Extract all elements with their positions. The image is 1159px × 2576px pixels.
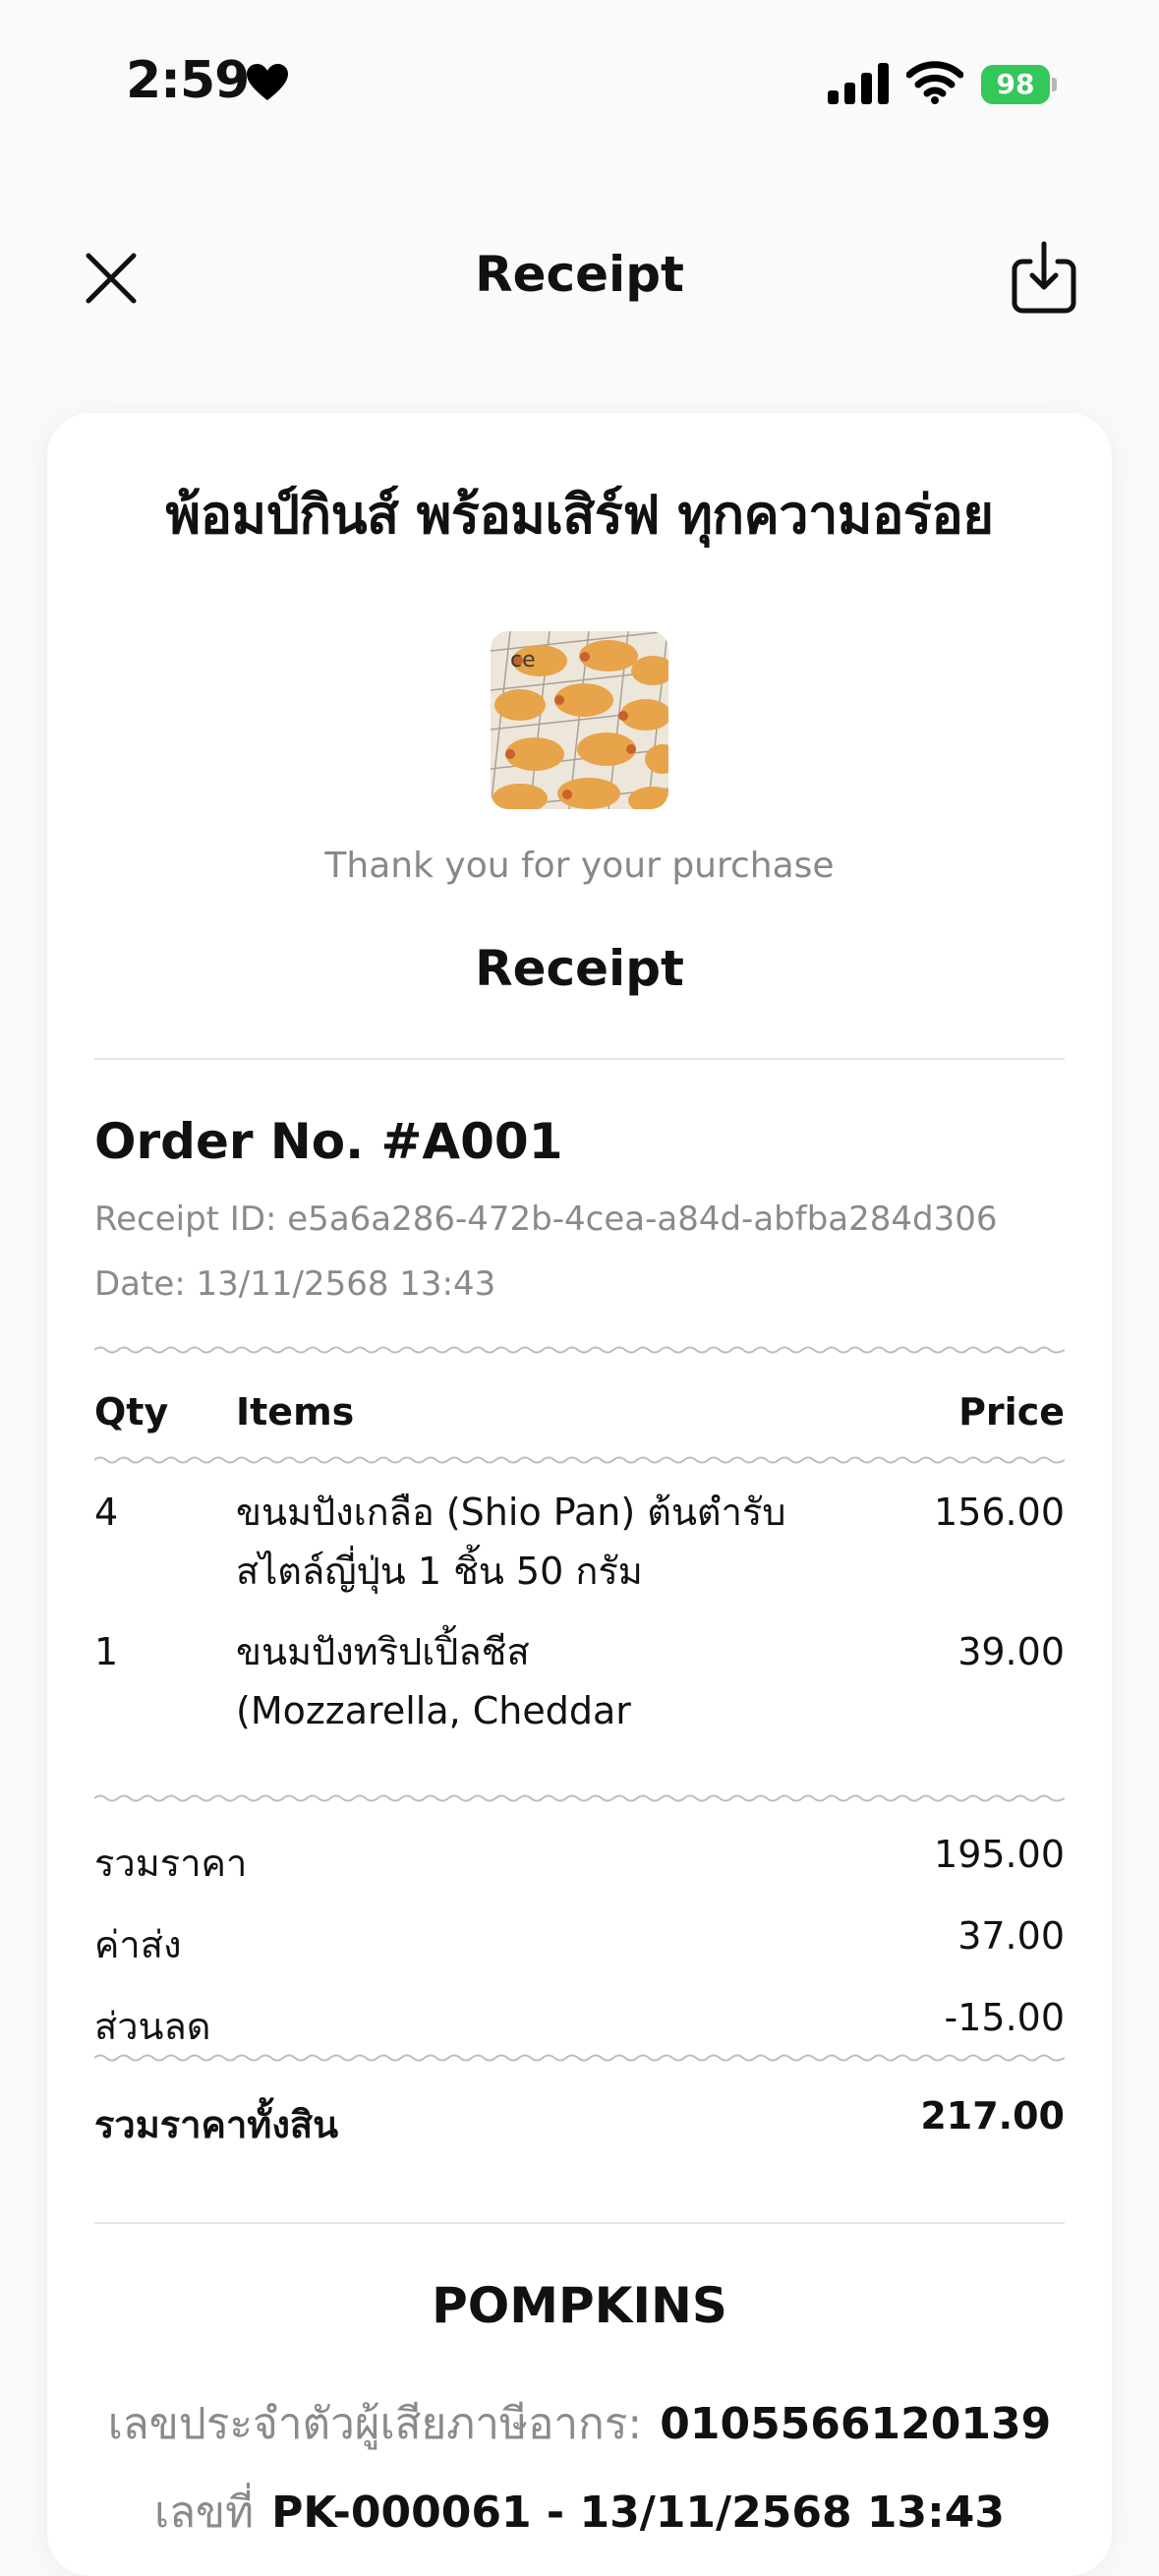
row-item-line: สไตล์ญี่ปุ่น 1 ชิ้น 50 กรัม xyxy=(236,1550,643,1593)
document-number-row: เลขที่ PK-000061 - 13/11/2568 13:43 xyxy=(47,2478,1112,2547)
signal-icon xyxy=(828,63,889,104)
header-price: Price xyxy=(958,1390,1065,1434)
shop-product-image: ce xyxy=(491,631,668,809)
image-watermark: ce xyxy=(510,648,536,673)
shipping-value: 37.00 xyxy=(957,1914,1065,1958)
thank-you-message: Thank you for your purchase xyxy=(324,846,835,886)
row-qty: 4 xyxy=(94,1491,119,1534)
battery-cap xyxy=(1052,78,1057,91)
subtotal-label: รวมราคา xyxy=(94,1842,248,1885)
row-price: 156.00 xyxy=(934,1491,1065,1534)
status-bar: 2:59 98 xyxy=(0,0,1159,147)
dashed-divider xyxy=(94,1346,1065,1354)
wifi-icon xyxy=(906,61,963,104)
dashed-divider xyxy=(94,1456,1065,1464)
order-number: Order No. #A001 xyxy=(94,1113,563,1170)
dashed-divider xyxy=(94,2054,1065,2062)
receipt-date: Date: 13/11/2568 13:43 xyxy=(94,1264,496,1304)
total-label: รวมราคาทั้งสิน xyxy=(94,2103,339,2146)
header-items: Items xyxy=(236,1390,355,1434)
total-value: 217.00 xyxy=(920,2094,1065,2137)
row-qty: 1 xyxy=(94,1630,119,1673)
row-item-line: (Mozzarella, Cheddar xyxy=(236,1689,631,1732)
page-title: Receipt xyxy=(475,246,684,303)
battery-level: 98 xyxy=(981,65,1050,104)
tax-id-label: เลขประจำตัวผู้เสียภาษีอากร: xyxy=(107,2399,643,2449)
heart-icon xyxy=(247,64,288,100)
battery-indicator: 98 xyxy=(981,65,1057,104)
tax-id-value: 0105566120139 xyxy=(660,2399,1052,2449)
discount-value: -15.00 xyxy=(944,1996,1066,2039)
dashed-divider xyxy=(94,1794,1065,1802)
receipt-heading: Receipt xyxy=(475,940,684,997)
download-icon[interactable] xyxy=(1011,240,1077,315)
row-item-line: ขนมปังทริปเปิ้ลชีส xyxy=(236,1630,530,1673)
divider xyxy=(94,2222,1065,2224)
tax-id-row: เลขประจำตัวผู้เสียภาษีอากร: 0105566120139 xyxy=(47,2389,1112,2458)
subtotal-value: 195.00 xyxy=(934,1833,1065,1876)
discount-label: ส่วนลด xyxy=(94,2005,211,2048)
header-qty: Qty xyxy=(94,1390,169,1434)
row-item-line: ขนมปังเกลือ (Shio Pan) ต้นตำรับ xyxy=(236,1491,786,1534)
receipt-id: Receipt ID: e5a6a286-472b-4cea-a84d-abfb… xyxy=(94,1200,998,1239)
shipping-label: ค่าส่ง xyxy=(94,1923,182,1966)
receipt-card: พ้อมป์กินส์ พร้อมเสิร์ฟ ทุกความอร่อย ce … xyxy=(47,413,1112,2576)
shop-headline: พ้อมป์กินส์ พร้อมเสิร์ฟ ทุกความอร่อย xyxy=(165,484,994,546)
nav-bar: Receipt xyxy=(0,216,1159,334)
row-price: 39.00 xyxy=(957,1630,1065,1673)
status-time: 2:59 xyxy=(126,51,250,110)
divider xyxy=(94,1058,1065,1060)
company-name: POMPKINS xyxy=(432,2277,727,2334)
